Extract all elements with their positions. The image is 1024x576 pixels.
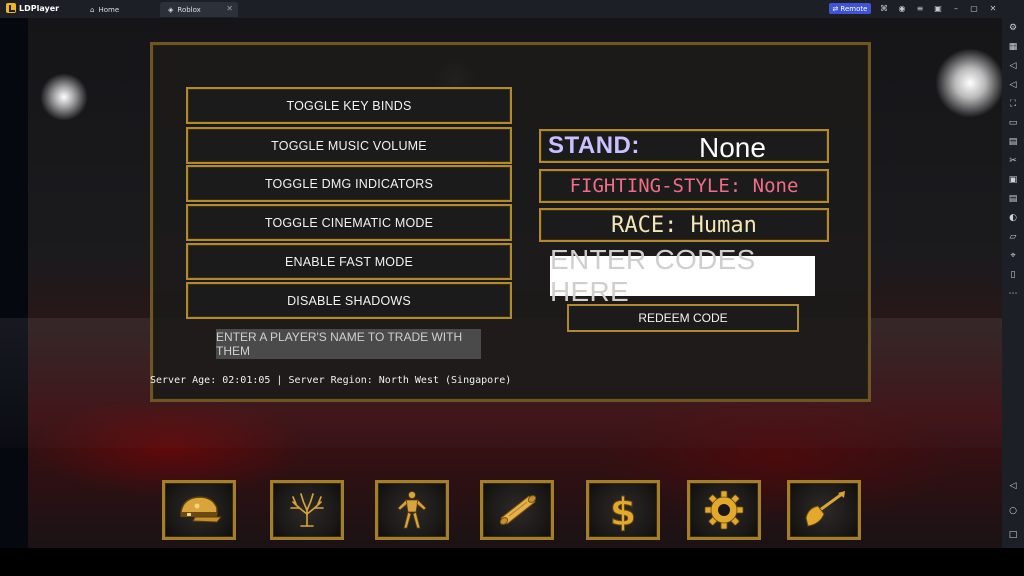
svg-text:$: $: [610, 490, 636, 532]
hotbar-slot-stand[interactable]: [375, 480, 449, 540]
folder-icon[interactable]: ▱: [1007, 231, 1019, 243]
hotbar-slot-tree[interactable]: [270, 480, 344, 540]
app-name: LDPlayer: [19, 3, 60, 13]
hotbar-slot-scroll[interactable]: [480, 480, 554, 540]
account-icon[interactable]: ◉: [896, 3, 908, 15]
menu-icon[interactable]: ≡: [914, 3, 926, 15]
shovel-icon: [805, 491, 845, 527]
gear-icon: [704, 490, 744, 530]
stand-label: STAND:: [548, 132, 640, 159]
hotbar-slot-shovel[interactable]: [787, 480, 861, 540]
record-icon[interactable]: ▣: [1007, 174, 1019, 186]
hotbar-slot-shop[interactable]: $: [586, 480, 660, 540]
tab-roblox[interactable]: ◈ Roblox ✕: [160, 2, 238, 17]
app-brand: LDPlayer: [6, 3, 59, 13]
location-icon[interactable]: ⌖: [1007, 250, 1019, 262]
scroll-icon: [499, 495, 537, 525]
home-nav-icon[interactable]: ○: [1007, 505, 1019, 517]
home-icon: ⌂: [90, 5, 95, 14]
keyboard-icon[interactable]: ▦: [1007, 41, 1019, 53]
remote-icon: ⇄: [832, 4, 839, 13]
dollar-icon: $: [609, 490, 636, 533]
close-tab-icon[interactable]: ✕: [226, 4, 233, 13]
fullscreen-icon[interactable]: ⛶: [1007, 98, 1019, 110]
game-viewport: TOGGLE KEY BINDS TOGGLE MUSIC VOLUME TOG…: [0, 18, 1002, 548]
cap-icon: [180, 496, 223, 523]
install-apk-icon[interactable]: ▤: [1007, 136, 1019, 148]
emulator-sidebar: ⚙ ▦ ◁ ◁ ⛶ ▭ ▤ ✂ ▣ ▤ ◐ ▱ ⌖ ▯ ⋯ ◁ ○ □: [1002, 18, 1024, 548]
enable-fast-mode-button[interactable]: ENABLE FAST MODE: [186, 243, 512, 280]
sync-icon[interactable]: ◐: [1007, 212, 1019, 224]
volume-up-icon[interactable]: ◁: [1007, 60, 1019, 72]
roblox-icon: ◈: [168, 5, 174, 14]
lamp-light-left: [40, 73, 88, 121]
settings-icon[interactable]: ⚙: [1007, 22, 1019, 34]
operation-record-icon[interactable]: ▤: [1007, 193, 1019, 205]
stand-value: None: [699, 132, 766, 163]
fighting-style-stat-box: FIGHTING-STYLE: None: [539, 169, 829, 203]
hotbar-slot-cap[interactable]: [162, 480, 236, 540]
emulator-title-bar: LDPlayer ⌂ Home ◈ Roblox ✕ ⇄ Remote ⌘ ◉ …: [0, 0, 1024, 18]
remote-button[interactable]: ⇄ Remote: [829, 3, 871, 14]
minimize-icon[interactable]: –: [950, 3, 962, 15]
redeem-code-button[interactable]: REDEEM CODE: [567, 304, 799, 332]
remote-label: Remote: [840, 4, 868, 13]
trade-player-input[interactable]: ENTER A PLAYER'S NAME TO TRADE WITH THEM: [216, 329, 481, 359]
toggle-dmg-indicators-button[interactable]: TOGGLE DMG INDICATORS: [186, 165, 512, 202]
ldplayer-logo-icon: [6, 3, 16, 13]
screen-icon[interactable]: ▣: [932, 3, 944, 15]
stand-stat-box: STAND: None: [539, 129, 829, 163]
tab-home-label: Home: [98, 5, 120, 14]
volume-down-icon[interactable]: ◁: [1007, 79, 1019, 91]
tab-home[interactable]: ⌂ Home: [82, 2, 158, 17]
bottom-bar: [0, 548, 1024, 576]
toggle-music-volume-button[interactable]: TOGGLE MUSIC VOLUME: [186, 127, 512, 164]
close-window-icon[interactable]: ✕: [987, 3, 999, 15]
tree-icon: [290, 493, 324, 527]
toggle-key-binds-button[interactable]: TOGGLE KEY BINDS: [186, 87, 512, 124]
server-info-text: Server Age: 02:01:05 | Server Region: No…: [150, 375, 512, 386]
enter-codes-input[interactable]: ENTER CODES HERE: [550, 244, 815, 307]
race-text: RACE: Human: [611, 212, 757, 238]
hotbar-slot-settings[interactable]: [687, 480, 761, 540]
stand-figure-icon: [397, 491, 427, 529]
rotate-icon[interactable]: ▭: [1007, 117, 1019, 129]
disable-shadows-button[interactable]: DISABLE SHADOWS: [186, 282, 512, 319]
recent-apps-icon[interactable]: □: [1007, 529, 1019, 541]
fighting-style-text: FIGHTING-STYLE: None: [569, 175, 799, 197]
settings-panel: TOGGLE KEY BINDS TOGGLE MUSIC VOLUME TOG…: [150, 42, 871, 402]
maximize-icon[interactable]: ▢: [968, 3, 980, 15]
toggle-cinematic-mode-button[interactable]: TOGGLE CINEMATIC MODE: [186, 204, 512, 241]
back-icon[interactable]: ◁: [1007, 480, 1019, 492]
shake-icon[interactable]: ▯: [1007, 269, 1019, 281]
tab-roblox-label: Roblox: [177, 5, 201, 14]
gamepad-icon[interactable]: ⌘: [878, 3, 890, 15]
more-icon[interactable]: ⋯: [1007, 288, 1019, 300]
cut-icon[interactable]: ✂: [1007, 155, 1019, 167]
lamp-light-right: [935, 48, 1002, 118]
race-stat-box: RACE: Human: [539, 208, 829, 242]
